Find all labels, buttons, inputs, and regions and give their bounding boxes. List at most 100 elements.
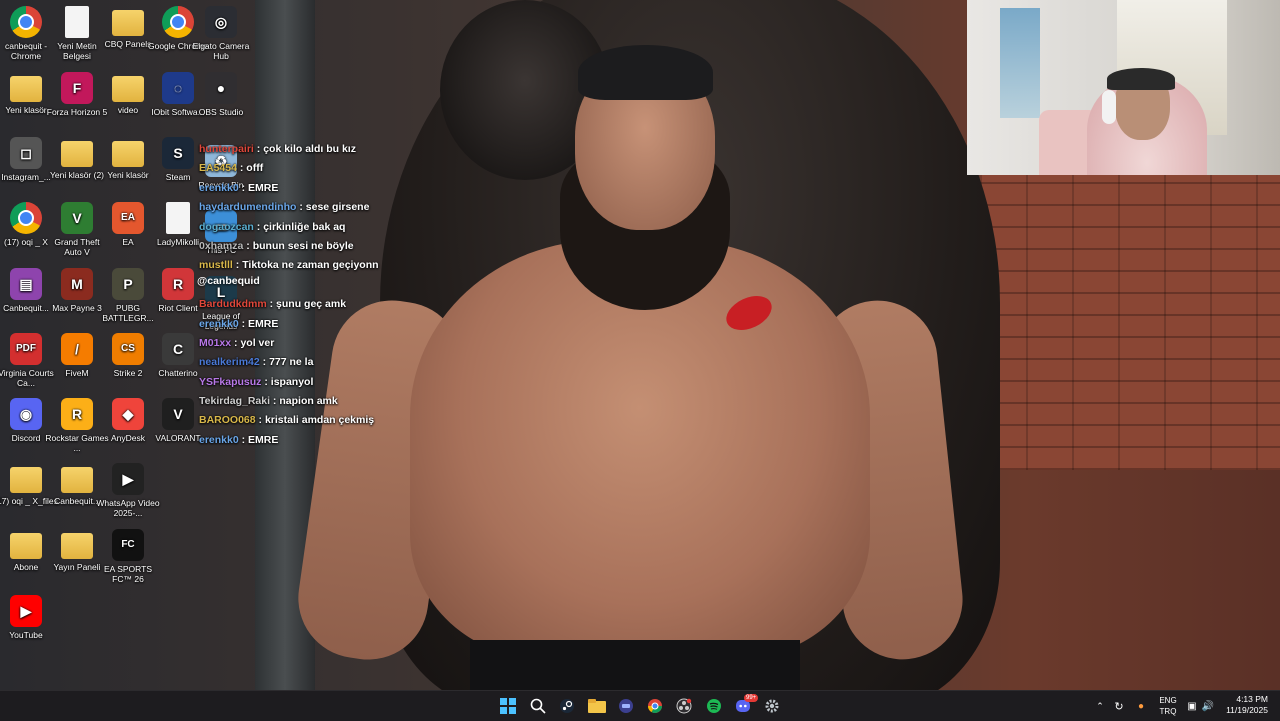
folder-icon [112,10,144,36]
fivem-icon: / [61,333,93,365]
file-explorer-icon[interactable] [586,696,608,716]
chat-separator: : [236,162,247,175]
network-icon[interactable]: ▣ [1184,701,1200,712]
system-tray: ⌃ ↻ ● [1092,691,1152,721]
chat-username: hunterpairi [199,143,254,155]
desktop-icon-label: Abone [13,562,39,572]
chat-message: hunterpairi : çok kilo aldı bu kız [199,140,459,159]
desktop-icon-label: Grand Theft Auto V [54,237,100,257]
discord-icon[interactable]: 99+ [732,694,759,716]
chat-separator: : [261,375,271,388]
obs-icon[interactable] [673,696,695,716]
desktop-icon-label: VALORANT [155,433,201,443]
desktop-icon-label: Yeni Metin Belgesi [57,41,97,61]
webcam-overlay [967,0,1280,175]
stream-chat-overlay: hunterpairi : çok kilo aldı bu kız EA5454… [197,140,459,450]
desktop-icon-label: Discord [11,433,41,443]
language-indicator[interactable]: ENG TRQ [1156,695,1180,717]
clock-date: 11/19/2025 [1226,705,1268,715]
windows-start-icon[interactable] [497,696,519,716]
volume-icon[interactable]: 🔊 [1200,701,1216,712]
chat-text: napion amk [279,395,338,408]
chat-message: erenkk0 : EMRE [199,431,459,450]
wallpaper-cap [578,45,713,100]
discord-badge: 99+ [744,694,759,702]
folder-icon [10,467,42,493]
microphone-icon[interactable]: ● [1130,701,1152,712]
chat-username: dogaozcan [199,220,254,233]
app-icon[interactable] [615,696,637,716]
desktop-icon-label: Yeni klasör [5,105,47,115]
webcam-cap [1107,68,1175,90]
clock[interactable]: 4:13 PM 11/19/2025 [1216,694,1268,716]
text-document-icon [65,6,89,38]
obs-icon: ● [205,72,237,104]
chat-text: sese girsene [305,201,370,214]
wallpaper-bricks [980,170,1280,470]
spotify-icon[interactable] [703,696,725,716]
desktop-icon[interactable]: ▶ YouTube [0,595,58,640]
chat-text: ispanyol [270,375,314,388]
instagram-icon: ◻ [10,137,42,169]
sync-icon[interactable]: ↻ [1108,700,1130,713]
chevron-up-icon[interactable]: ⌃ [1092,701,1108,712]
rockstar-icon: R [61,398,93,430]
youtube-icon: ▶ [10,595,42,627]
system-tray-right: ▣ 🔊 [1184,691,1216,721]
desktop-icon-label: Steam [165,172,191,182]
ea-icon: EA [112,202,144,234]
desktop-icon-label: video [117,105,139,115]
chat-separator: : [238,181,249,194]
folder-icon [112,76,144,102]
desktop-icon[interactable]: FC EA SPORTS FC™ 26 [96,529,160,584]
desktop-icon-label: AnyDesk [110,433,145,443]
desktop-icon-label: Instagram_... [1,172,51,182]
desktop-icon-label: Elgato Camera Hub [192,41,250,61]
chat-message: dogaozcan : çirkinliğe bak aq [199,218,459,237]
chat-separator: : [255,414,265,427]
chat-message: haydardumendinho : sese girsene [199,198,459,217]
desktop-icon-label: OBS Studio [198,107,244,117]
chat-username: BAROO068 [199,414,256,427]
chat-message: nealkerim42 : 777 ne la [199,353,459,372]
archive-icon: ▤ [10,268,42,300]
chat-text: offf [246,162,264,175]
chat-message: Tekirdag_Raki : napion amk [199,392,459,411]
chrome-icon [10,6,42,38]
desktop-icon[interactable]: ▶ WhatsApp Video 2025-... [96,463,160,518]
desktop-icon[interactable]: ◎ Elgato Camera Hub [189,6,253,61]
chat-text: EMRE [248,317,279,330]
chat-separator: : [243,239,253,252]
chat-username: erenkk0 [199,317,239,330]
desktop-icon-label: canbequit - Chrome [4,41,48,61]
chat-separator: : [232,259,243,272]
desktop-icon-label: EA SPORTS FC™ 26 [103,564,153,584]
settings-icon[interactable] [761,696,783,716]
desktop-icon-label: Canbequit... [54,496,100,506]
forza-icon: F [61,72,93,104]
chat-separator: : [296,201,306,214]
folder-icon [61,533,93,559]
counter-strike-icon: CS [112,333,144,365]
chat-username: Tekirdag_Raki [199,395,271,408]
folder-icon [61,467,93,493]
desktop-icon-label: YouTube [9,630,43,640]
chat-separator: : [266,298,277,311]
clock-time: 4:13 PM [1236,694,1268,704]
video-icon: ▶ [112,463,144,495]
desktop-icon-label: EA [122,237,134,247]
chat-username: erenkk0 [199,181,239,194]
chrome-icon[interactable] [644,696,666,716]
steam-icon[interactable] [556,696,578,716]
search-icon[interactable] [527,696,549,716]
chat-separator: : [238,433,249,446]
chat-separator: : [259,356,270,369]
webcam-headphone [1102,90,1116,124]
desktop-icon-label: Yeni klasör [107,170,149,180]
chat-separator: : [238,317,249,330]
desktop-icon[interactable]: ● OBS Studio [189,72,253,117]
webcam-window-left [1000,8,1040,118]
chatterino-icon: C [162,333,194,365]
chat-text: yol ver [240,336,275,349]
chat-username: erenkk0 [199,433,239,446]
